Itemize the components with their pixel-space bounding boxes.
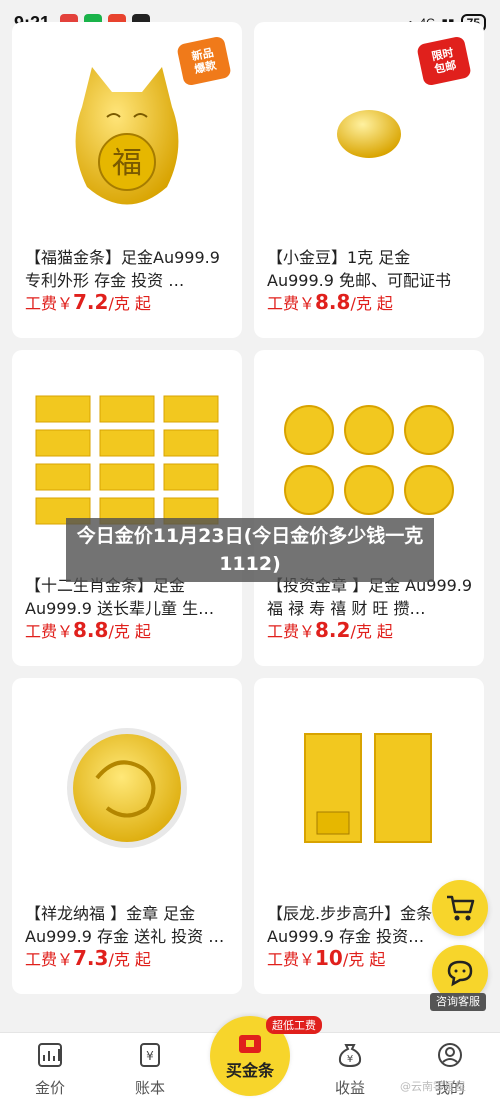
article-title-overlay: 今日金价11月23日(今日金价多少钱一克1112) bbox=[66, 518, 434, 582]
fee-prefix: 工费￥ bbox=[25, 622, 74, 641]
fee-value: 8.8 bbox=[315, 290, 351, 314]
fee-suffix: /克 起 bbox=[108, 950, 151, 969]
product-title: 【福猫金条】足金Au999.9 专利外形 存金 投资 … bbox=[25, 248, 220, 290]
fee-value: 8.2 bbox=[315, 618, 351, 642]
svg-text:福: 福 bbox=[112, 146, 142, 181]
fee-suffix: /克 起 bbox=[108, 622, 151, 641]
tab-label: 收益 bbox=[334, 1079, 365, 1097]
dragon-coin-icon bbox=[67, 728, 187, 848]
tab-ledger[interactable]: ¥ 账本 bbox=[110, 1033, 190, 1100]
product-fee: 工费￥7.3/克 起 bbox=[25, 946, 151, 970]
gold-bean-icon bbox=[337, 110, 401, 158]
tab-label: 金价 bbox=[34, 1079, 65, 1097]
gold-cat-icon: 福 bbox=[75, 67, 179, 205]
fee-suffix: /克 起 bbox=[350, 622, 393, 641]
fee-prefix: 工费￥ bbox=[267, 950, 316, 969]
gold-coins-icon bbox=[284, 405, 454, 515]
tab-label: 账本 bbox=[134, 1079, 165, 1097]
tab-earnings[interactable]: ¥ 收益 bbox=[310, 1033, 390, 1100]
fee-suffix: /克 起 bbox=[108, 294, 151, 313]
product-fee: 工费￥10/克 起 bbox=[267, 946, 385, 970]
fee-value: 10 bbox=[315, 946, 343, 970]
fee-suffix: /克 起 bbox=[350, 294, 393, 313]
product-fee: 工费￥8.2/克 起 bbox=[267, 618, 393, 642]
moneybag-icon: ¥ bbox=[338, 1044, 362, 1068]
gift-icon bbox=[239, 1035, 261, 1053]
fee-prefix: 工费￥ bbox=[25, 294, 74, 313]
zodiac-bars-icon bbox=[35, 395, 219, 525]
fee-value: 8.8 bbox=[73, 618, 109, 642]
fee-prefix: 工费￥ bbox=[25, 950, 74, 969]
fee-suffix: /克 起 bbox=[342, 950, 386, 969]
chat-icon bbox=[447, 960, 473, 987]
ledger-icon: ¥ bbox=[140, 1043, 160, 1067]
dragon-bars-icon bbox=[304, 733, 432, 843]
product-card[interactable]: 福 新品 爆款 【福猫金条】足金Au999.9 专利外形 存金 投资 … 工费￥7… bbox=[12, 22, 242, 338]
svg-text:¥: ¥ bbox=[146, 1049, 154, 1063]
product-fee: 工费￥8.8/克 起 bbox=[25, 618, 151, 642]
product-card[interactable]: 【投资金章 】足金 Au999.9 福 禄 寿 禧 财 旺 攒… 工费￥8.2/… bbox=[254, 350, 484, 666]
product-image bbox=[254, 678, 484, 898]
watermark: @云南零星星 bbox=[400, 1080, 466, 1093]
chart-icon bbox=[38, 1043, 62, 1067]
customer-service-label[interactable]: 咨询客服 bbox=[430, 993, 486, 1011]
promo-badge: 超低工费 bbox=[266, 1016, 322, 1034]
product-image bbox=[12, 678, 242, 898]
product-card[interactable]: 【十二生肖金条】足金 Au999.9 送长辈儿童 生… 工费￥8.8/克 起 bbox=[12, 350, 242, 666]
buy-gold-label: 买金条 bbox=[225, 1061, 274, 1080]
fee-value: 7.3 bbox=[73, 946, 109, 970]
product-card[interactable]: 【祥龙纳福 】金章 足金Au999.9 存金 送礼 投资 … 工费￥7.3/克 … bbox=[12, 678, 242, 994]
product-title: 【祥龙纳福 】金章 足金Au999.9 存金 送礼 投资 … bbox=[25, 904, 225, 946]
product-title: 【小金豆】1克 足金Au999.9 免邮、可配证书 bbox=[267, 248, 451, 290]
svg-text:¥: ¥ bbox=[347, 1054, 353, 1065]
product-fee: 工费￥8.8/克 起 bbox=[267, 290, 393, 314]
fee-prefix: 工费￥ bbox=[267, 294, 316, 313]
fee-prefix: 工费￥ bbox=[267, 622, 316, 641]
user-icon bbox=[438, 1043, 462, 1067]
product-fee: 工费￥7.2/克 起 bbox=[25, 290, 151, 314]
cart-icon bbox=[447, 895, 475, 921]
cart-button[interactable] bbox=[432, 880, 488, 936]
tab-gold-price[interactable]: 金价 bbox=[10, 1033, 90, 1100]
fee-value: 7.2 bbox=[73, 290, 109, 314]
